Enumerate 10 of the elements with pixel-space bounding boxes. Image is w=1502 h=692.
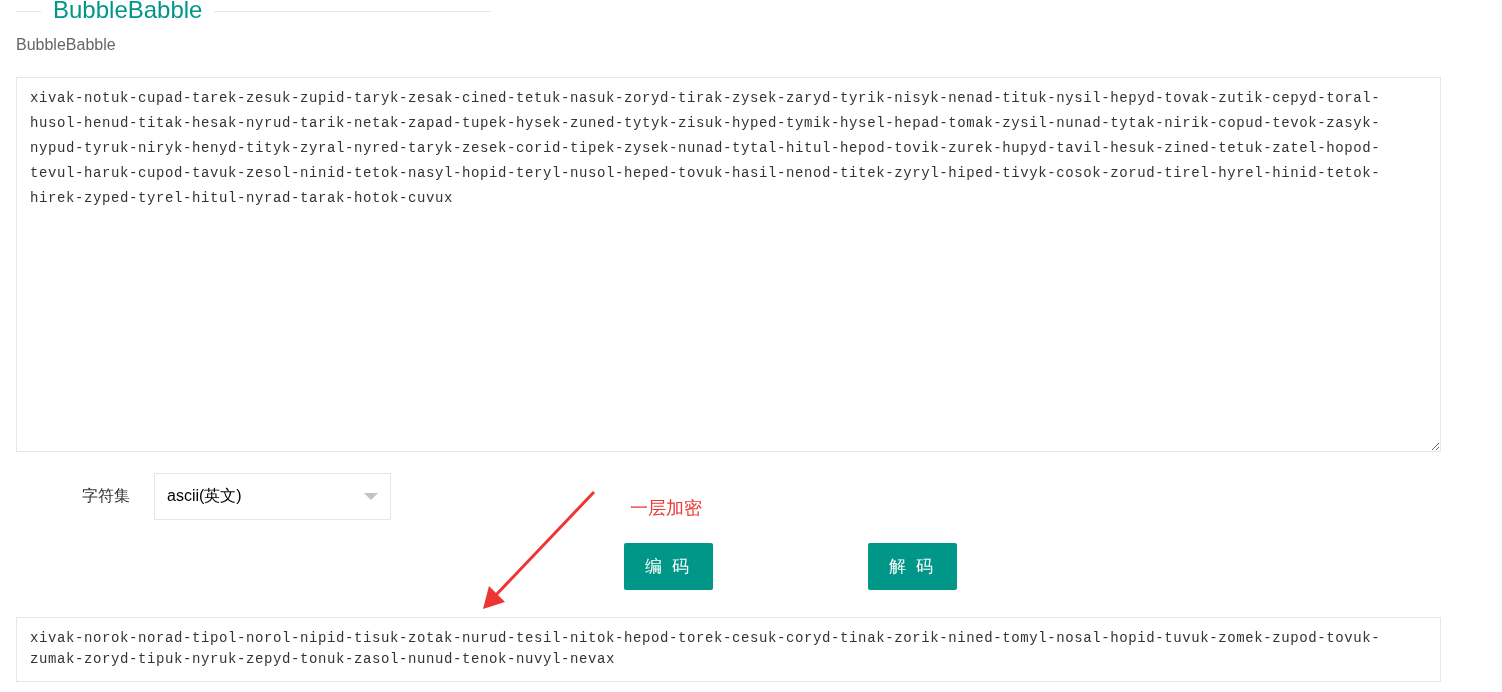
action-button[interactable]: 编 码	[624, 543, 713, 590]
section-title: BubbleBabble	[52, 0, 204, 21]
charset-select[interactable]: ascii(英文)	[154, 473, 391, 520]
input-textarea[interactable]: xivak-notuk-cupad-tarek-zesuk-zupid-taryk-zesak-cined-tetuk-nasuk-zoryd-tirak-zysek-zaryd-tyrik-nisyk-nenad-tituk-nysil-hepyd-tovak-zutik-cepyd-toral- husol-henud-titak-hesak-nyrud-tarik-netak-zapad-tupek-hysek-zuned-tytyk-zisuk-hyped-tymik-hysel-hepad-tomak-zysil-nunad-tytak-nirik-copud-tevok-zasyk- nypud-tyruk-niryk-henyd-tityk-zyral-nyred-taryk-zesek-corid-tipek-zysek-nunad-tytal-hitul-hepod-tovik-zurek-hupyd-tavil-hesuk-zined-tetuk-zatel-hopod- tevul-haruk-cupod-tavuk-zesol-ninid-tetok-nasyl-hopid-teryl-nusol-heped-tovuk-hasil-nenod-titek-zyryl-hiped-tivyk-cosok-zorud-tirel-hyrel-hinid-tetok- hirek-zyped-tyrel-hitul-nyrad-tarak-hotok-cuvux	[16, 77, 1441, 452]
annotation-text: 一层加密	[630, 497, 702, 520]
caret-icon	[364, 492, 378, 501]
field-label: BubbleBabble	[16, 36, 117, 55]
output-textarea[interactable]: xivak-norok-norad-tipol-norol-nipid-tisuk-zotak-nurud-tesil-nitok-hepod-torek-cesuk-coryd-tinak-zorik-nined-tomyl-nosal-hopid-tuvuk-zomek-zupod-tovuk- zumak-zoryd-tipuk-nyruk-zepyd-tonuk-zasol-nunud-tenok-nuvyl-nevax	[16, 617, 1441, 682]
charset-label: 字符集	[82, 486, 131, 506]
action-button[interactable]: 解 码	[868, 543, 957, 590]
